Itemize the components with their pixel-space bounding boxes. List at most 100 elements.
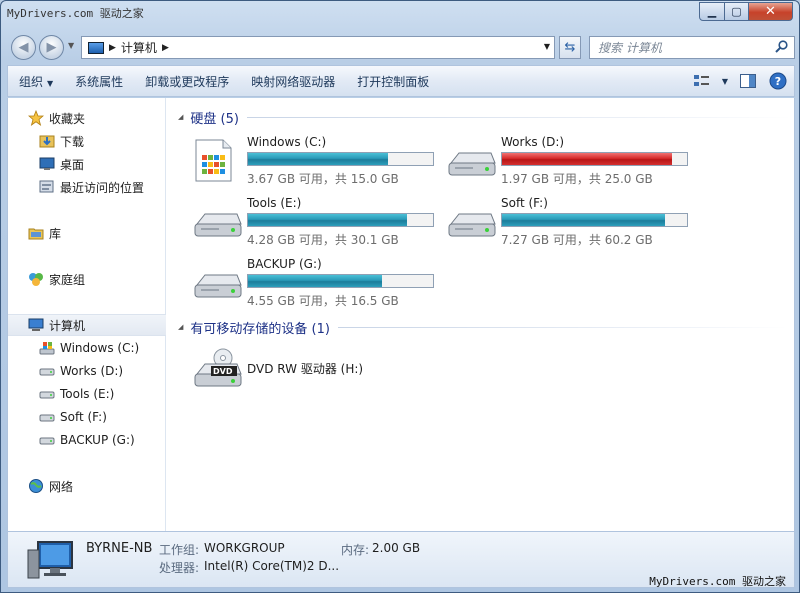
explorer-window: MyDrivers.com 驱动之家 ▁ ▢ ✕ ◀ ▶ ▼ ▶ 计算机 ▶ ▼…: [0, 0, 800, 593]
close-icon: ✕: [765, 4, 776, 19]
content-pane: ◢ 硬盘 (5) Windows (C:) 3.67 GB 可用，共 15.0 …: [168, 98, 794, 531]
collapse-triangle-icon[interactable]: ◢: [178, 323, 183, 331]
windows-drive-icon: [195, 139, 232, 182]
preview-pane-icon: [740, 74, 756, 88]
computer-icon: [27, 541, 73, 579]
nav-favorites[interactable]: 收藏夹: [28, 107, 85, 129]
hard-drive-icon: [39, 391, 55, 399]
drive-name: BACKUP (G:): [247, 257, 322, 271]
drive-tile-d[interactable]: Works (D:) 1.97 GB 可用，共 25.0 GB: [447, 135, 697, 191]
hard-drive-icon: [448, 213, 496, 237]
search-icon[interactable]: [775, 40, 788, 53]
computer-icon: [88, 41, 104, 54]
search-input[interactable]: 搜索 计算机: [589, 36, 795, 59]
map-network-drive-button[interactable]: 映射网络驱动器: [240, 73, 346, 90]
navigation-pane: 收藏夹 下载 桌面 最近访问的位置 库 家庭组 计算机 Windows (C:)…: [8, 98, 166, 531]
view-list-icon: [693, 75, 709, 86]
details-pane: BYRNE-NB 工作组: WORKGROUP 内存: 2.00 GB 处理器:…: [7, 531, 795, 588]
view-controls: ▼ ?: [692, 71, 788, 91]
address-dropdown-icon[interactable]: ▼: [544, 42, 550, 51]
title-bar[interactable]: MyDrivers.com 驱动之家 ▁ ▢ ✕: [1, 1, 799, 29]
chevron-down-icon: ▼: [47, 78, 54, 88]
dvd-badge: DVD: [213, 367, 233, 376]
system-properties-button[interactable]: 系统属性: [64, 73, 134, 90]
minimize-button[interactable]: ▁: [699, 2, 725, 21]
open-control-panel-button[interactable]: 打开控制面板: [346, 73, 440, 90]
hard-drive-icon: [39, 437, 55, 445]
memory-label: 内存:: [341, 543, 370, 557]
command-bar: 组织 ▼ 系统属性 卸载或更改程序 映射网络驱动器 打开控制面板 ▼ ?: [7, 65, 795, 97]
help-button[interactable]: ?: [768, 71, 788, 91]
nav-desktop[interactable]: 桌面: [39, 153, 84, 175]
homegroup-icon: [29, 273, 43, 286]
drive-tile-g[interactable]: BACKUP (G:) 4.55 GB 可用，共 16.5 GB: [193, 257, 443, 313]
capacity-fill: [502, 214, 665, 226]
watermark-bottom: MyDrivers.com 驱动之家: [649, 575, 786, 588]
nav-downloads[interactable]: 下载: [39, 130, 84, 152]
drive-tile-e[interactable]: Tools (E:) 4.28 GB 可用，共 30.1 GB: [193, 196, 443, 252]
nav-libraries[interactable]: 库: [28, 222, 61, 244]
refresh-icon: ⇆: [564, 40, 576, 55]
drive-tile-c[interactable]: Windows (C:) 3.67 GB 可用，共 15.0 GB: [193, 135, 443, 191]
capacity-bar: [247, 274, 434, 288]
computer-icon: [28, 318, 44, 331]
nav-drive-c[interactable]: Windows (C:): [39, 337, 139, 359]
address-bar[interactable]: ▶ 计算机 ▶ ▼: [81, 36, 555, 59]
organize-button[interactable]: 组织 ▼: [8, 73, 64, 90]
capacity-bar: [247, 152, 434, 166]
nav-network[interactable]: 网络: [28, 475, 73, 497]
star-icon: [28, 110, 44, 126]
window-controls: ▁ ▢ ✕: [699, 2, 793, 21]
recent-pages-dropdown-icon[interactable]: ▼: [68, 41, 74, 50]
svg-text:?: ?: [775, 75, 781, 88]
forward-button[interactable]: ▶: [39, 35, 64, 60]
close-button[interactable]: ✕: [749, 2, 793, 21]
breadcrumb-separator-icon[interactable]: ▶: [109, 43, 116, 53]
preview-pane-button[interactable]: [738, 71, 758, 91]
collapse-triangle-icon[interactable]: ◢: [178, 113, 183, 121]
recent-places-icon: [39, 180, 54, 193]
nav-homegroup[interactable]: 家庭组: [28, 268, 85, 290]
capacity-fill: [248, 275, 382, 287]
drive-name: Tools (E:): [247, 196, 302, 210]
nav-drive-e[interactable]: Tools (E:): [39, 383, 114, 405]
nav-drive-g[interactable]: BACKUP (G:): [39, 429, 135, 451]
drive-tile-f[interactable]: Soft (F:) 7.27 GB 可用，共 60.2 GB: [447, 196, 697, 252]
back-button[interactable]: ◀: [11, 35, 36, 60]
capacity-bar: [247, 213, 434, 227]
drive-name: DVD RW 驱动器 (H:): [247, 362, 364, 376]
nav-recent-places[interactable]: 最近访问的位置: [39, 176, 144, 198]
capacity-bar: [501, 152, 688, 166]
hard-drive-icon: [39, 368, 55, 376]
capacity-fill: [248, 214, 407, 226]
drive-free-space: 1.97 GB 可用，共 25.0 GB: [501, 172, 653, 186]
nav-drive-f[interactable]: Soft (F:): [39, 406, 107, 428]
view-dropdown-icon[interactable]: ▼: [722, 77, 728, 86]
uninstall-program-button[interactable]: 卸载或更改程序: [134, 73, 240, 90]
capacity-fill: [502, 153, 673, 165]
client-area: 收藏夹 下载 桌面 最近访问的位置 库 家庭组 计算机 Windows (C:)…: [7, 98, 795, 531]
refresh-button[interactable]: ⇆: [559, 36, 581, 59]
capacity-fill: [248, 153, 388, 165]
removable-storage-group-header[interactable]: ◢ 有可移动存储的设备 (1): [178, 317, 788, 337]
group-divider: [246, 116, 792, 118]
windows-drive-icon: [39, 342, 55, 355]
drive-tile-dvd[interactable]: DVD DVD RW 驱动器 (H:): [193, 344, 443, 400]
memory-value: 2.00 GB: [372, 541, 421, 555]
nav-computer[interactable]: 计算机: [8, 314, 166, 336]
maximize-button[interactable]: ▢: [725, 2, 749, 21]
drive-free-space: 4.55 GB 可用，共 16.5 GB: [247, 294, 399, 308]
breadcrumb-computer[interactable]: 计算机: [121, 39, 157, 56]
downloads-folder-icon: [39, 135, 55, 148]
navigation-bar: ◀ ▶ ▼ ▶ 计算机 ▶ ▼ ⇆ 搜索 计算机: [9, 33, 795, 61]
capacity-bar: [501, 213, 688, 227]
breadcrumb-separator-icon[interactable]: ▶: [162, 43, 169, 53]
change-view-button[interactable]: [692, 71, 712, 91]
hard-drive-icon: [448, 152, 496, 176]
nav-drive-d[interactable]: Works (D:): [39, 360, 123, 382]
workgroup-value: WORKGROUP: [204, 541, 285, 555]
arrow-left-icon: ◀: [18, 40, 29, 55]
watermark-top: MyDrivers.com 驱动之家: [7, 7, 144, 20]
drive-free-space: 3.67 GB 可用，共 15.0 GB: [247, 172, 399, 186]
hard-drives-group-header[interactable]: ◢ 硬盘 (5): [178, 107, 792, 127]
